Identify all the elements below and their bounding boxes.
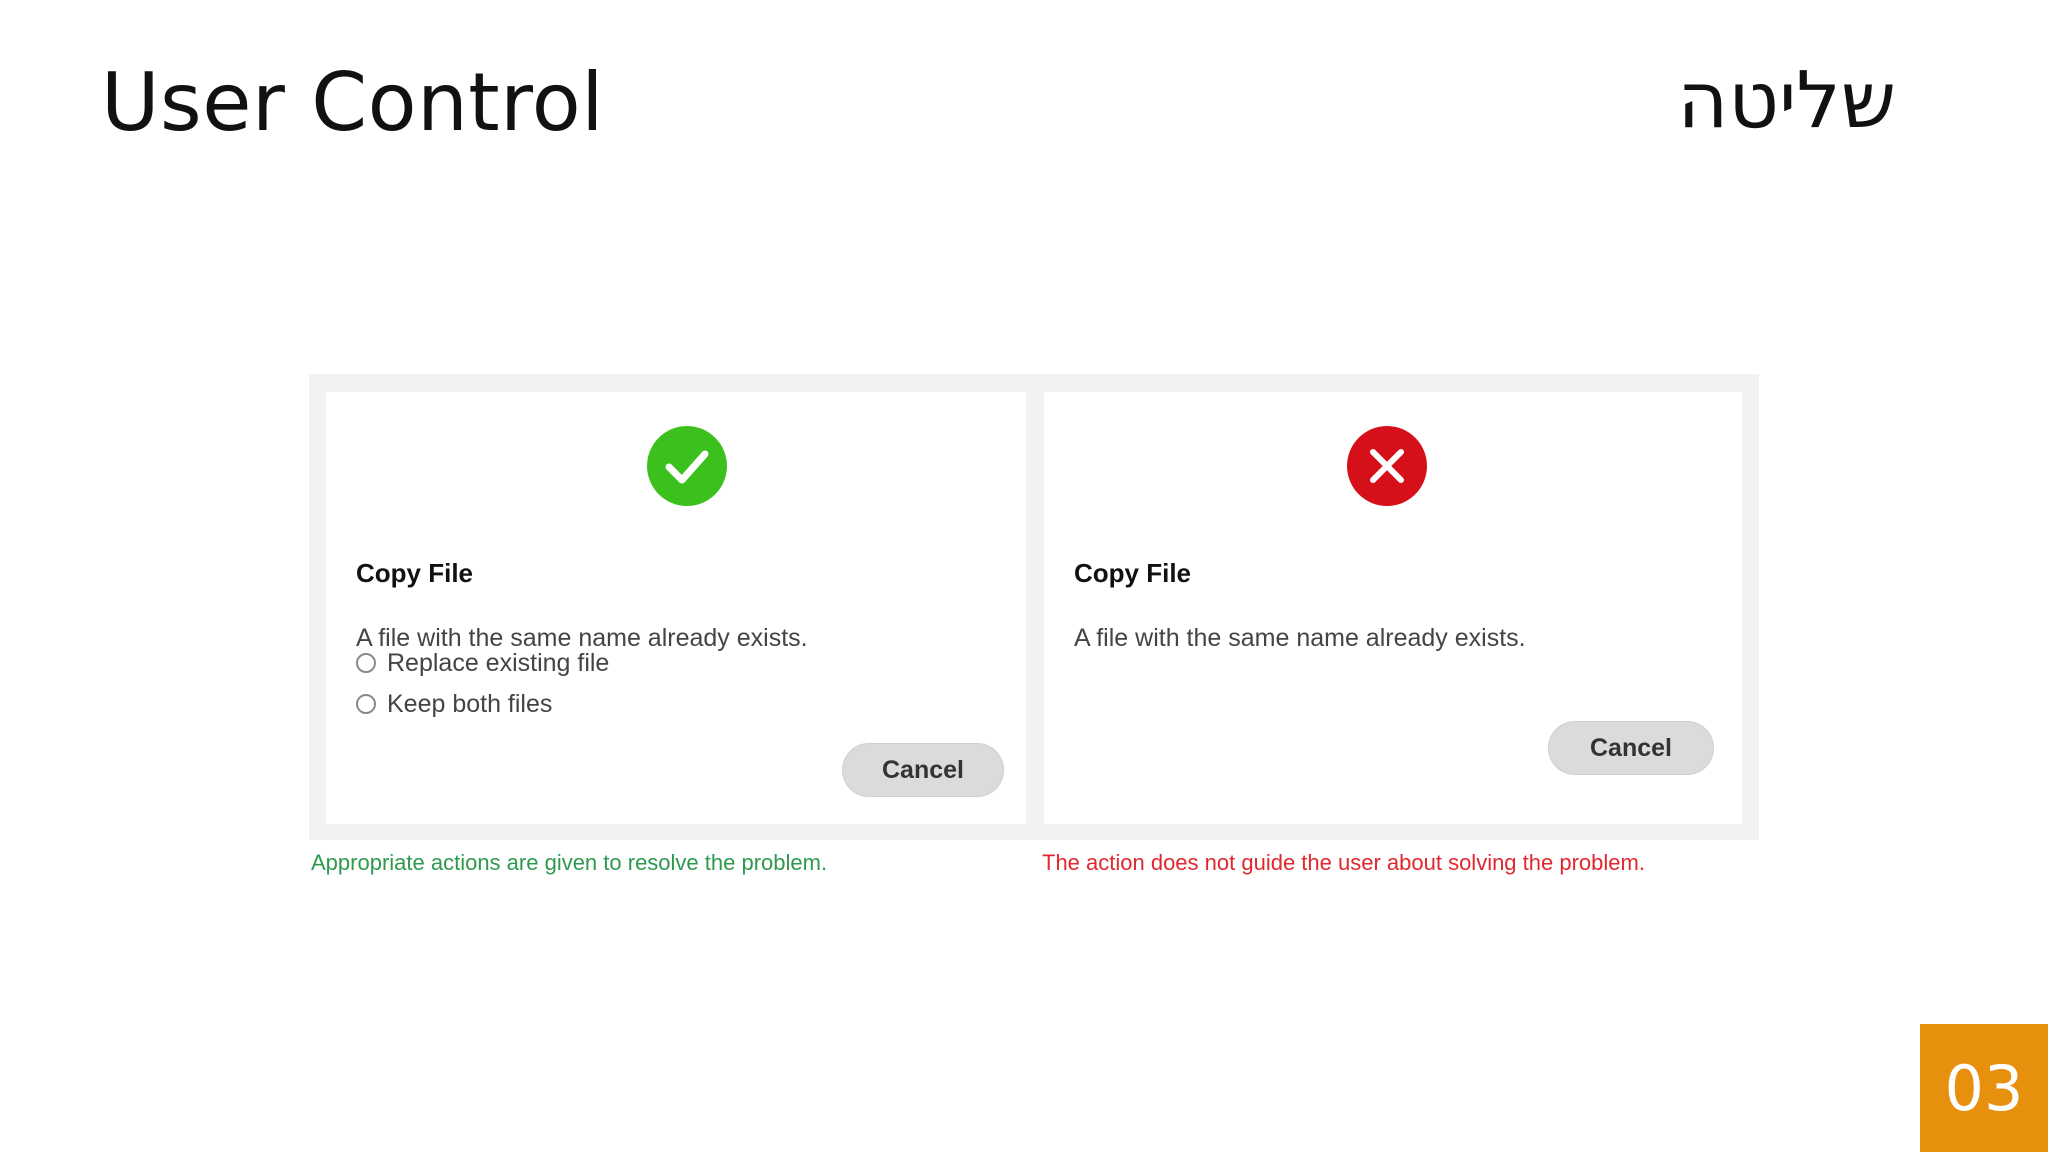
good-example-dialog: Copy File A file with the same name alre… (326, 392, 1026, 824)
dialog-title: Copy File (1074, 558, 1192, 588)
cross-icon (1347, 426, 1427, 506)
slide-title: User Control (101, 56, 604, 149)
replace-existing-option[interactable]: Replace existing file (356, 647, 609, 679)
bad-example-caption: The action does not guide the user about… (1042, 850, 1645, 875)
radio-button-icon[interactable] (356, 694, 376, 714)
good-example-caption: Appropriate actions are given to resolve… (311, 850, 828, 875)
cancel-button[interactable]: Cancel (842, 743, 1004, 797)
comparison-panel: Copy File A file with the same name alre… (309, 374, 1759, 840)
page-number-badge: 03 (1920, 1024, 2048, 1152)
slide-title-hebrew: שליטה (1677, 56, 1896, 146)
option-label: Replace existing file (387, 648, 610, 677)
bad-example-dialog: Copy File A file with the same name alre… (1044, 392, 1742, 824)
option-label: Keep both files (387, 689, 553, 718)
checkmark-icon (647, 426, 727, 506)
dialog-title: Copy File (356, 558, 474, 588)
dialog-message: A file with the same name already exists… (1074, 624, 1526, 652)
radio-button-icon[interactable] (356, 653, 376, 673)
slide: User Control שליטה Copy File A file with… (0, 0, 2048, 1152)
cancel-button[interactable]: Cancel (1548, 721, 1714, 775)
keep-both-option[interactable]: Keep both files (356, 688, 552, 720)
